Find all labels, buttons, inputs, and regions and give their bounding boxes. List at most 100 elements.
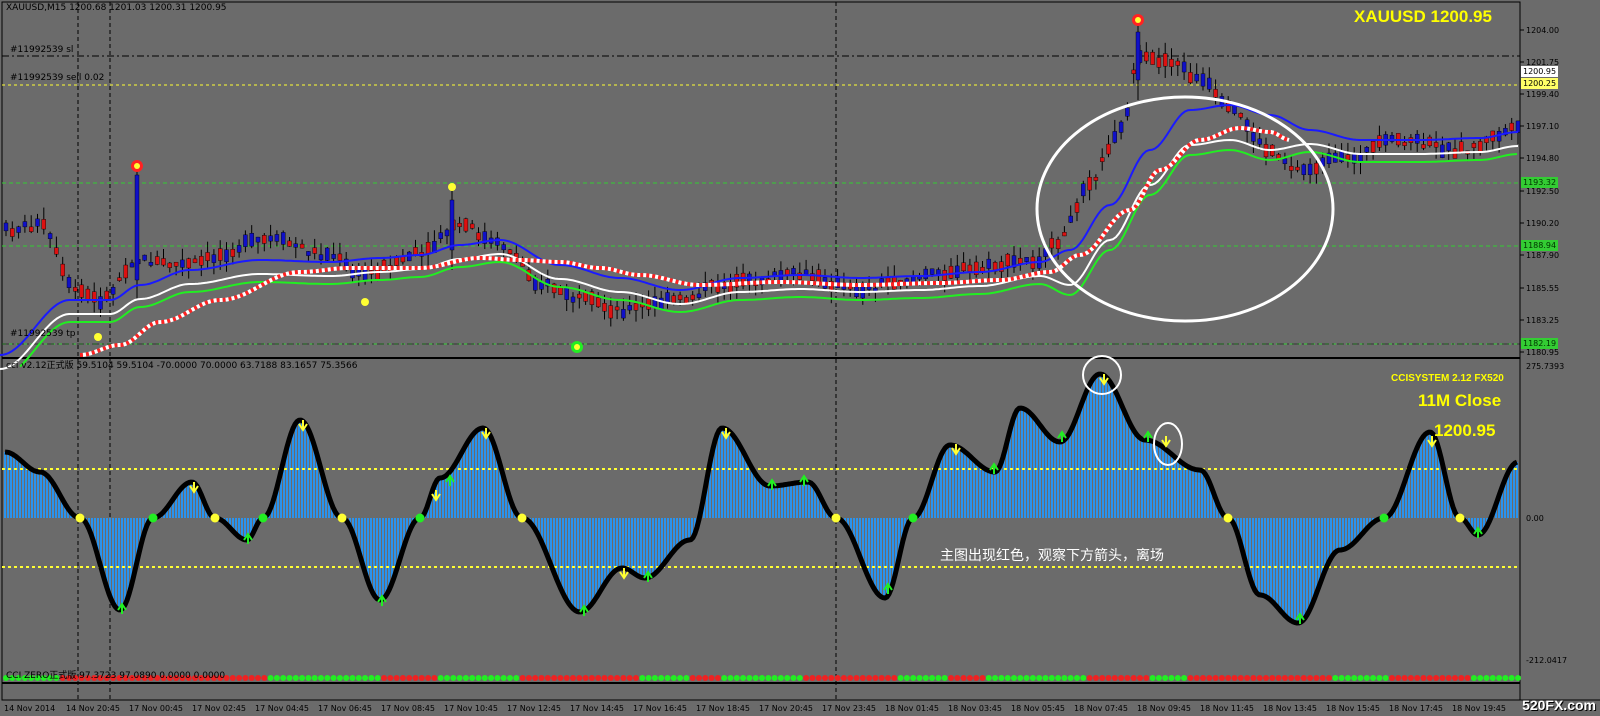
zero-dot: [1263, 675, 1269, 681]
candle: [614, 306, 620, 311]
zero-dot: [658, 675, 665, 681]
candle: [1364, 147, 1370, 153]
zero-dot: [1118, 675, 1125, 681]
zero-dot: [1080, 675, 1087, 681]
zero-dot: [311, 675, 318, 681]
candle: [507, 249, 513, 254]
candle: [29, 226, 34, 232]
cci-close-label: 11M Close: [1418, 391, 1502, 410]
zero-dot: [1502, 675, 1509, 681]
zero-dot: [840, 675, 847, 681]
cci-zero-dots: [3, 675, 1521, 681]
zero-dot: [1187, 675, 1194, 681]
zero-dot: [381, 675, 387, 681]
candle: [476, 232, 481, 241]
order-tp-label: #11992539 tp: [10, 329, 76, 339]
zero-dot: [998, 675, 1005, 681]
candle: [558, 287, 563, 295]
candle: [154, 256, 160, 265]
candle: [1081, 183, 1086, 197]
candle: [791, 268, 796, 275]
candle: [180, 259, 185, 268]
candle: [1018, 257, 1023, 264]
zero-dot: [941, 675, 948, 681]
candle: [425, 242, 431, 255]
zero-dot: [305, 675, 312, 681]
candle: [1471, 143, 1477, 148]
zero-dot: [292, 675, 299, 681]
candle: [1238, 112, 1244, 118]
zero-cross-marker: [908, 513, 918, 523]
ma-green-line: [19, 148, 1518, 368]
zero-dot: [607, 675, 614, 681]
price-tick: 1199.40: [1526, 90, 1560, 99]
zero-dot: [922, 675, 929, 681]
zero-dot: [847, 675, 854, 681]
zero-dot: [771, 675, 778, 681]
zero-dot: [469, 675, 476, 681]
candle: [98, 296, 103, 310]
candle: [205, 252, 210, 261]
candle: [1135, 31, 1141, 81]
zero-dot: [273, 675, 280, 681]
candle: [1288, 165, 1294, 171]
candle: [602, 303, 607, 312]
zero-dot: [1300, 675, 1307, 681]
zero-dot: [330, 675, 337, 681]
zero-dot: [985, 675, 992, 681]
cci-tick: -212.0417: [1526, 656, 1568, 665]
candle: [362, 269, 368, 281]
zero-dot: [822, 675, 828, 681]
candle: [1440, 144, 1445, 158]
zero-dot: [1231, 675, 1238, 681]
zero-dot: [513, 675, 520, 681]
zero-dot: [601, 675, 608, 681]
zero-cross-marker: [831, 513, 841, 523]
zero-dot: [481, 675, 488, 681]
candle: [217, 248, 223, 261]
candle: [293, 243, 298, 248]
zero-dot: [1439, 675, 1446, 681]
zero-dot: [1477, 675, 1484, 681]
time-label: 17 Nov 23:45: [822, 704, 876, 713]
zero-dot: [1256, 675, 1263, 681]
zero-dot: [349, 675, 356, 681]
candle: [1150, 51, 1155, 65]
candle: [539, 282, 544, 290]
candle: [1131, 69, 1136, 74]
time-label: 17 Nov 08:45: [381, 704, 435, 713]
zero-dot: [1174, 675, 1181, 681]
time-label: 14 Nov 2014: [4, 704, 56, 713]
candle: [1515, 120, 1521, 133]
zero-dot: [853, 675, 860, 681]
zero-dot: [343, 675, 350, 681]
candle: [134, 174, 140, 281]
candle: [696, 293, 702, 298]
zero-dot: [1370, 675, 1377, 681]
zero-dot: [1162, 675, 1169, 681]
candle: [1049, 238, 1055, 249]
zero-dot: [362, 675, 369, 681]
zero-cross-marker: [258, 513, 268, 523]
zero-dot: [1111, 675, 1118, 681]
zero-dot: [519, 675, 526, 681]
candle: [911, 276, 916, 283]
time-label: 17 Nov 20:45: [759, 704, 813, 713]
zero-dot: [1363, 675, 1370, 681]
candle: [22, 221, 28, 228]
zero-dot: [261, 675, 268, 681]
time-label: 17 Nov 14:45: [570, 704, 624, 713]
zero-dot: [733, 675, 740, 681]
zero-dot: [1489, 675, 1496, 681]
zero-dot: [1206, 675, 1213, 681]
time-label: 18 Nov 03:45: [948, 704, 1002, 713]
candle: [463, 218, 469, 232]
candle: [1295, 166, 1300, 171]
zero-dot: [494, 675, 501, 681]
candle: [142, 254, 147, 261]
zero-dot: [752, 675, 759, 681]
candle: [1112, 131, 1118, 143]
candle: [1106, 143, 1111, 155]
candle: [287, 240, 292, 247]
zero-dot: [1389, 675, 1395, 681]
